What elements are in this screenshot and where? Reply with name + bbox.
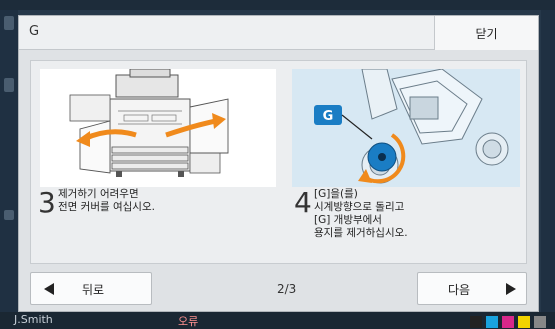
- step-3-line: 제거하기 어려우면: [58, 188, 139, 200]
- toner-c-icon: [486, 316, 498, 328]
- step-4-number: 4: [294, 186, 312, 219]
- step-4-line: 용지를 제거하십시오.: [314, 227, 408, 239]
- user-name: J.Smith: [14, 313, 53, 326]
- bg-icon: [4, 78, 14, 92]
- step-4-text: [G]을(를) 시계방향으로 돌리고 [G] 개방부에서 용지를 제거하십시오.: [314, 188, 408, 240]
- lever-illustration: G: [292, 68, 520, 187]
- right-arrow-icon: [506, 283, 516, 295]
- menu-icon: [4, 16, 14, 30]
- close-button[interactable]: 닫기: [434, 16, 538, 50]
- page-indicator: 2/3: [277, 282, 297, 296]
- toner-m-icon: [502, 316, 514, 328]
- step-4-line: [G]을(를): [314, 188, 358, 200]
- left-arrow-icon: [44, 283, 54, 295]
- background-sidebar: [0, 10, 18, 329]
- step-3-line: 전면 커버를 여십시오.: [58, 201, 155, 213]
- printer-front-cover-icon: [69, 68, 229, 177]
- lever-rotate-icon: G: [292, 68, 520, 187]
- back-button[interactable]: 뒤로: [30, 272, 152, 305]
- next-button[interactable]: 다음: [417, 272, 527, 305]
- close-button-label: 닫기: [475, 26, 498, 41]
- printer-illustration: [40, 68, 276, 187]
- dialog-footer: 뒤로 2/3 다음: [19, 272, 538, 312]
- next-button-label: 다음: [448, 283, 471, 297]
- dialog-title: G: [29, 24, 40, 39]
- bg-icon: [4, 210, 14, 220]
- toner-y-icon: [518, 316, 530, 328]
- status-bar: J.Smith 오류: [0, 312, 555, 329]
- background-header: [0, 0, 555, 10]
- step-3-number: 3: [38, 186, 56, 219]
- background-right: [541, 10, 555, 329]
- jam-guide-dialog: G 닫기 G 3 제거하기 어려우면 전면 커버를 여십시오. 4 [G]을(를…: [18, 15, 539, 312]
- error-status: 오류: [178, 315, 199, 328]
- lever-label: G: [323, 109, 334, 124]
- dialog-title-bar: G 닫기: [19, 16, 538, 50]
- instruction-area: G 3 제거하기 어려우면 전면 커버를 여십시오. 4 [G]을(를) 시계방…: [30, 60, 527, 264]
- step-3-text: 제거하기 어려우면 전면 커버를 여십시오.: [58, 188, 155, 214]
- step-4-line: [G] 개방부에서: [314, 214, 382, 226]
- toner-k-icon: [470, 316, 482, 328]
- step-4-line: 시계방향으로 돌리고: [314, 201, 405, 213]
- toner-g-icon: [534, 316, 546, 328]
- back-button-label: 뒤로: [82, 283, 105, 297]
